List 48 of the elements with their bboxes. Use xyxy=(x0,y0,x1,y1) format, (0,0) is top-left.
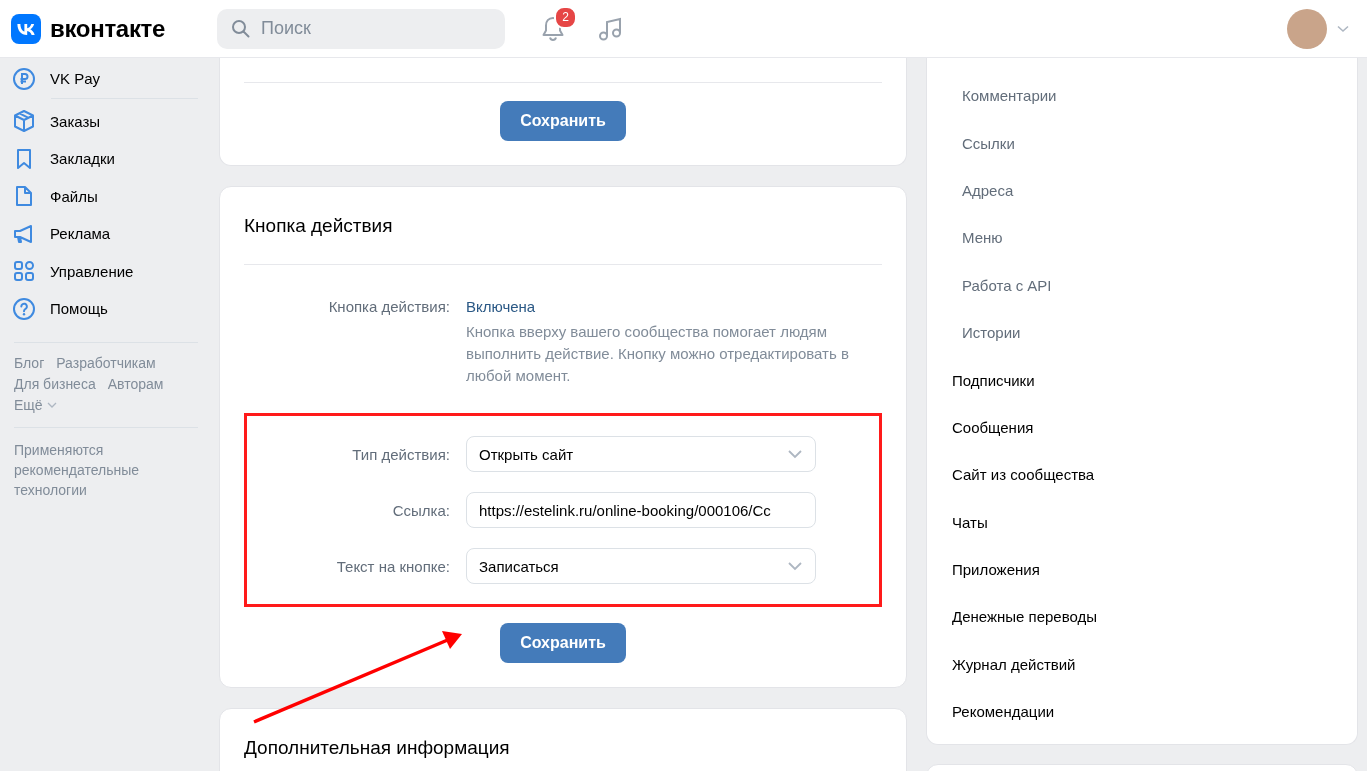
field-label: Тип действия: xyxy=(351,445,450,463)
menu-item[interactable]: Подписчики xyxy=(927,356,1357,404)
help-icon xyxy=(12,296,36,321)
menu-item[interactable]: Меню xyxy=(927,214,1357,262)
menu-item[interactable]: Денежные переводы xyxy=(927,593,1357,641)
chevron-down-icon xyxy=(787,449,803,459)
logo-icon[interactable] xyxy=(11,13,41,44)
box-icon xyxy=(12,109,36,134)
sidebar-item[interactable]: VK Pay xyxy=(12,60,208,98)
sidebar-item[interactable]: Заказы xyxy=(12,102,208,140)
logo-text[interactable]: вконтакте xyxy=(50,14,166,43)
sidebar-item[interactable]: Реклама xyxy=(12,215,208,253)
sidebar-item[interactable]: Управление xyxy=(12,252,208,290)
dropdown[interactable]: Записаться xyxy=(466,548,816,584)
recommendation-note: Применяются рекомендательные технологии xyxy=(14,440,141,500)
card-title: Кнопка действия xyxy=(244,214,394,238)
menu-item[interactable]: Ссылки xyxy=(927,119,1357,167)
save-button[interactable]: Сохранить xyxy=(500,623,626,663)
menu-item[interactable]: Рекомендации xyxy=(927,688,1357,736)
sidebar-item[interactable]: Файлы xyxy=(12,177,208,215)
chevron-down-icon xyxy=(787,561,803,571)
menu-item[interactable]: Сайт из сообщества xyxy=(927,451,1357,499)
search-field[interactable]: Поиск xyxy=(217,8,505,49)
field-label: Текст на кнопке: xyxy=(335,557,450,575)
url-field[interactable]: https://estelink.ru/online-booking/000106/Cc xyxy=(466,492,816,528)
menu-item[interactable]: Работа с API xyxy=(927,261,1357,309)
menu-item[interactable]: Сообщения xyxy=(927,403,1357,452)
menu-item[interactable]: Истории xyxy=(927,308,1357,357)
status-link[interactable]: Включена xyxy=(466,298,536,315)
menu-item[interactable]: Адреса xyxy=(927,166,1357,215)
menu-item[interactable]: Журнал действий xyxy=(927,640,1357,689)
description-text: Кнопка вверху вашего сообщества помогает людям выполнить действие. Кнопку можно отредактировать в любой момент. xyxy=(466,322,850,386)
card-title: Дополнительная информация xyxy=(244,736,511,760)
menu-item[interactable]: Чаты xyxy=(927,498,1357,546)
menu-item[interactable]: Приложения xyxy=(927,545,1357,594)
notification-badge: 2 xyxy=(554,5,577,29)
grid-icon xyxy=(12,259,36,284)
dropdown[interactable]: Открыть сайт xyxy=(466,436,816,472)
avatar[interactable] xyxy=(1287,8,1327,49)
chevron-down-icon xyxy=(46,401,57,408)
menu-item[interactable]: Комментарии xyxy=(927,72,1357,120)
field-label: Кнопка действия: xyxy=(327,297,450,317)
sidebar-item[interactable]: Закладки xyxy=(12,140,208,178)
field-label: Ссылка: xyxy=(391,501,450,519)
chevron-down-icon[interactable] xyxy=(1337,24,1349,33)
ruble-icon xyxy=(12,66,36,91)
save-button[interactable]: Сохранить xyxy=(500,101,626,141)
sidebar-item[interactable]: Помощь xyxy=(12,290,208,328)
